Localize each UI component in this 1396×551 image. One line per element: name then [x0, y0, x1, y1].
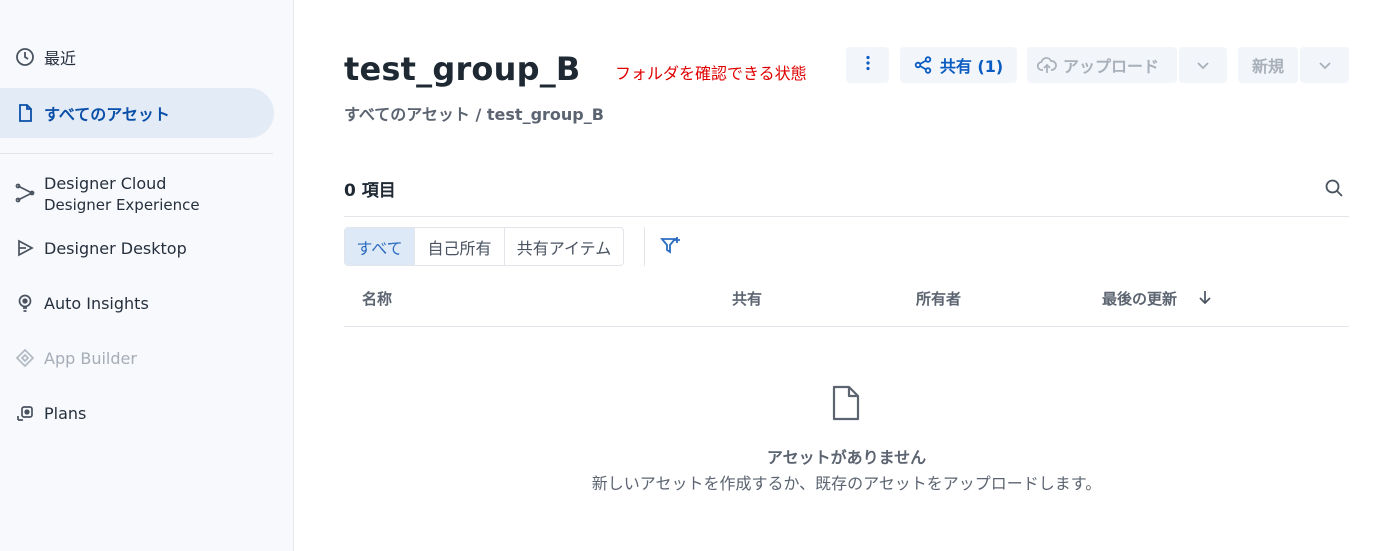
- column-header-owner[interactable]: 所有者: [916, 288, 961, 309]
- more-options-button[interactable]: [846, 47, 889, 83]
- breadcrumb[interactable]: すべてのアセット / test_group_B: [344, 101, 604, 125]
- sidebar-item-label: Plans: [44, 403, 87, 423]
- empty-file-icon: [832, 385, 860, 421]
- sidebar-item-label: Designer Cloud: [44, 174, 167, 193]
- sidebar-item-label: 最近: [44, 49, 77, 68]
- filter-add-icon[interactable]: [660, 235, 682, 257]
- arrow-down-icon[interactable]: [1197, 289, 1213, 305]
- designer-desktop-icon: [14, 237, 36, 259]
- upload-button[interactable]: アップロード: [1027, 47, 1177, 83]
- chevron-down-icon: [1318, 62, 1331, 70]
- column-header-name[interactable]: 名称: [362, 288, 392, 309]
- sidebar-item-app-builder[interactable]: App Builder: [0, 333, 274, 383]
- column-header-last-updated[interactable]: 最後の更新: [1102, 288, 1177, 309]
- item-count: 0 項目: [344, 181, 396, 201]
- new-button[interactable]: 新規: [1238, 47, 1298, 83]
- upload-label: アップロード: [1063, 57, 1160, 76]
- share-icon: [914, 56, 932, 74]
- sidebar-divider: [0, 153, 273, 154]
- sidebar: 最近 すべてのアセット Designer Cloud Designer Expe…: [0, 0, 294, 551]
- sidebar-item-label: Designer Desktop: [44, 238, 187, 258]
- filter-all[interactable]: すべて: [345, 228, 415, 265]
- sidebar-item-all-assets[interactable]: すべてのアセット: [0, 88, 274, 138]
- sidebar-item-auto-insights[interactable]: Auto Insights: [0, 278, 274, 328]
- share-label: 共有 (1): [939, 57, 1004, 76]
- clock-icon: [14, 46, 36, 68]
- file-icon: [14, 102, 36, 124]
- app-builder-icon: [14, 347, 36, 369]
- sidebar-item-designer-desktop[interactable]: Designer Desktop: [0, 223, 274, 273]
- cloud-upload-icon: [1037, 57, 1057, 73]
- sidebar-item-label: すべてのアセット: [44, 105, 170, 124]
- new-label: 新規: [1251, 57, 1284, 76]
- more-vertical-icon: [859, 54, 877, 76]
- sidebar-item-designer-cloud[interactable]: Designer Cloud Designer Experience: [0, 168, 274, 220]
- page-title: test_group_B: [344, 50, 581, 88]
- upload-dropdown-button[interactable]: [1179, 47, 1227, 83]
- filter-shared-items[interactable]: 共有アイテム: [505, 228, 623, 265]
- designer-cloud-icon: [14, 182, 36, 204]
- lightbulb-icon: [14, 292, 36, 314]
- new-dropdown-button[interactable]: [1300, 47, 1349, 83]
- filter-owned[interactable]: 自己所有: [415, 228, 505, 265]
- empty-state-title: アセットがありません: [766, 448, 927, 467]
- sidebar-item-label: App Builder: [44, 348, 137, 368]
- sidebar-item-label: Auto Insights: [44, 293, 149, 313]
- plans-icon: [14, 402, 36, 424]
- annotation-text: フォルダを確認できる状態: [615, 64, 807, 83]
- ownership-filter: すべて 自己所有 共有アイテム: [344, 227, 624, 266]
- column-header-shared[interactable]: 共有: [732, 288, 762, 309]
- divider: [344, 216, 1349, 217]
- sidebar-item-recent[interactable]: 最近: [0, 32, 274, 82]
- share-button[interactable]: 共有 (1): [900, 47, 1017, 83]
- divider: [644, 227, 645, 266]
- sidebar-item-sublabel: Designer Experience: [44, 196, 200, 214]
- divider: [344, 326, 1349, 327]
- chevron-down-icon: [1197, 62, 1209, 70]
- search-icon[interactable]: [1324, 178, 1344, 198]
- empty-state-subtitle: 新しいアセットを作成するか、既存のアセットをアップロードします。: [591, 474, 1102, 493]
- sidebar-item-plans[interactable]: Plans: [0, 388, 274, 438]
